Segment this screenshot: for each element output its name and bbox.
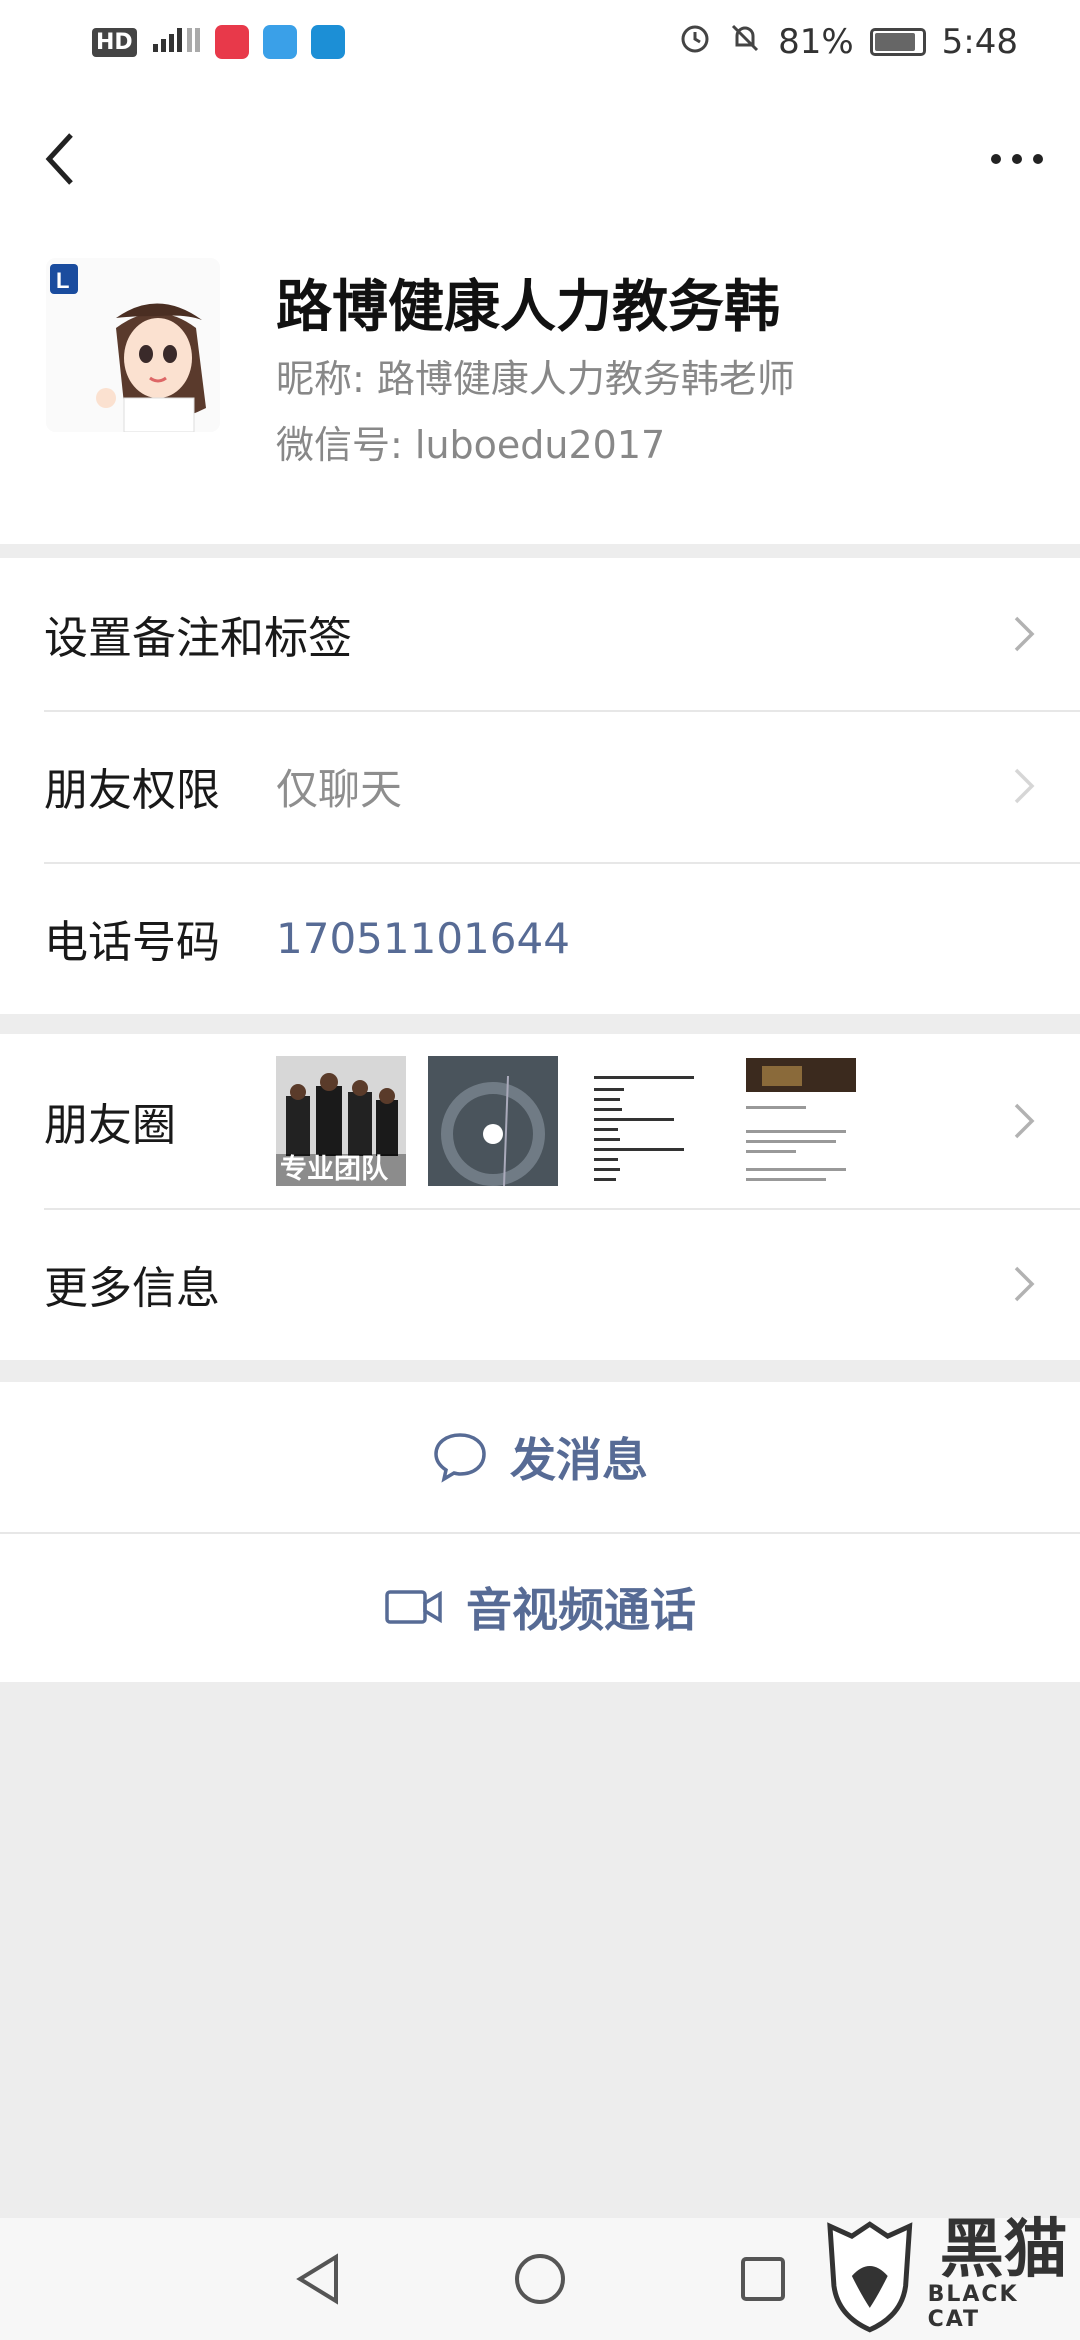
hd-badge: HD (92, 27, 137, 57)
moments-thumbnail: 专业团队 (276, 1056, 406, 1186)
watermark-en: BLACK CAT (927, 2282, 1019, 2332)
watermark-cn: 黑猫 (939, 2213, 1068, 2287)
phone-row[interactable]: 电话号码 17051101644 (0, 862, 1080, 1014)
ellipsis-icon (991, 154, 1043, 164)
phone-number-link[interactable]: 17051101644 (276, 914, 570, 963)
send-message-button[interactable]: 发消息 (0, 1382, 1080, 1532)
chat-bubble-icon (434, 1433, 486, 1483)
moments-thumbnail (732, 1056, 862, 1186)
app-icon-red (214, 25, 249, 59)
friend-permission-value: 仅聊天 (276, 764, 403, 814)
moments-group: 朋友圈 专业团队 更多信息 (0, 1034, 1080, 1360)
moments-thumbnail (428, 1056, 558, 1186)
back-button[interactable] (30, 124, 90, 194)
avatar[interactable]: L (46, 258, 220, 432)
app-icon-blue (310, 25, 345, 59)
clock: 5:48 (941, 22, 1018, 62)
remark-tags-label: 设置备注和标签 (44, 613, 352, 664)
more-options-button[interactable] (982, 124, 1052, 194)
moments-thumbnails: 专业团队 (276, 1056, 862, 1186)
svg-text:L: L (56, 268, 69, 293)
friend-permission-label: 朋友权限 (44, 765, 220, 816)
status-bar: HD 81% 5:48 (0, 0, 1080, 84)
moments-row[interactable]: 朋友圈 专业团队 (0, 1034, 1080, 1208)
mute-icon (728, 21, 762, 64)
battery-percent: 81% (778, 22, 854, 62)
video-call-label: 音视频通话 (466, 1583, 696, 1637)
avatar-illustration: L (46, 258, 220, 432)
chevron-right-icon (1014, 1103, 1035, 1139)
moments-thumbnail (580, 1056, 710, 1186)
contact-nickname: 昵称: 路博健康人力教务韩老师 (276, 357, 795, 401)
alarm-icon (678, 21, 712, 64)
video-camera-icon (385, 1590, 442, 1624)
contact-name: 路博健康人力教务韩 (276, 275, 780, 340)
status-left: HD (92, 24, 345, 61)
status-right: 81% 5:48 (678, 21, 1018, 64)
battery-icon (869, 28, 926, 56)
chevron-right-icon (1014, 1266, 1035, 1302)
moments-thumbnail-caption: 专业团队 (280, 1154, 388, 1185)
phone-label: 电话号码 (44, 917, 220, 968)
blackcat-watermark: 黑猫 BLACK CAT (810, 2210, 1080, 2340)
nav-back-icon[interactable] (292, 2251, 342, 2307)
remark-tags-row[interactable]: 设置备注和标签 (0, 558, 1080, 710)
contact-wechat-id: 微信号: luboedu2017 (276, 423, 666, 467)
actions-group: 发消息 音视频通话 (0, 1382, 1080, 1682)
signal-icon (151, 24, 201, 61)
more-info-label: 更多信息 (44, 1263, 220, 1314)
chevron-right-icon (1014, 768, 1035, 804)
friend-permission-row[interactable]: 朋友权限 仅聊天 (0, 710, 1080, 862)
more-info-row[interactable]: 更多信息 (0, 1208, 1080, 1360)
moments-label: 朋友圈 (44, 1100, 176, 1151)
cat-shield-icon (827, 2221, 913, 2333)
chevron-left-icon (45, 133, 73, 185)
watermark-text: 黑猫 BLACK CAT (928, 2218, 1080, 2332)
chevron-right-icon (1014, 616, 1035, 652)
nav-home-icon[interactable] (512, 2251, 568, 2307)
app-icon-send (262, 25, 297, 59)
profile-header: L 路博健康人力教务韩 昵称: 路博健康人力教务韩老师 微信号: luboedu… (0, 84, 1080, 544)
send-message-label: 发消息 (510, 1433, 648, 1487)
nav-recents-icon[interactable] (738, 2254, 788, 2304)
info-group: 设置备注和标签 朋友权限 仅聊天 电话号码 17051101644 (0, 558, 1080, 1014)
video-call-button[interactable]: 音视频通话 (0, 1532, 1080, 1682)
